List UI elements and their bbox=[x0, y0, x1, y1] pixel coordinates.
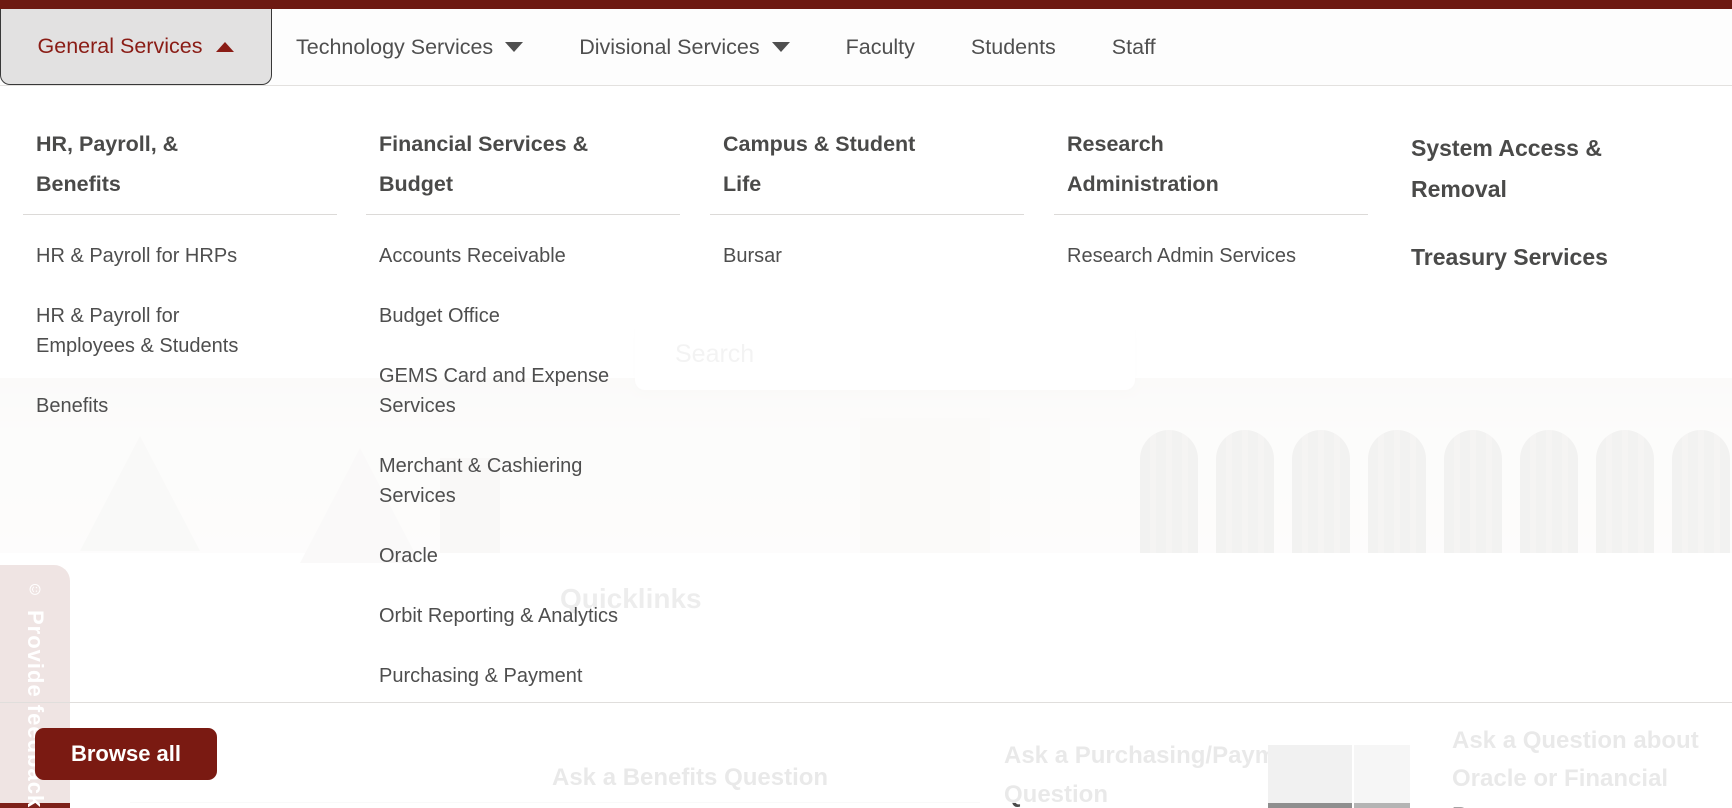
nav-item-label: Technology Services bbox=[296, 35, 493, 60]
column-divider bbox=[710, 214, 1024, 215]
category-line: Financial Services & bbox=[379, 124, 701, 164]
menu-link-orbit-reporting[interactable]: Orbit Reporting & Analytics bbox=[379, 601, 621, 631]
menu-link-hr-payroll-hrps[interactable]: HR & Payroll for HRPs bbox=[36, 241, 278, 271]
menu-column-hr-payroll-benefits: HR, Payroll, & Benefits HR & Payroll for… bbox=[36, 124, 358, 451]
category-line: Campus & Student bbox=[723, 124, 1045, 164]
category-line: Benefits bbox=[36, 164, 358, 204]
category-line: Research bbox=[1067, 124, 1389, 164]
nav-items: Technology Services Divisional Services … bbox=[296, 35, 1156, 60]
column-divider bbox=[366, 214, 680, 215]
menu-link-purchasing-payment[interactable]: Purchasing & Payment bbox=[379, 661, 621, 691]
category-link-system-access-removal[interactable]: System Access & Removal bbox=[1411, 128, 1732, 210]
category-line: System Access & bbox=[1411, 128, 1732, 169]
category-link-treasury-services[interactable]: Treasury Services bbox=[1411, 244, 1732, 271]
screen: Quicklinks Ask a Benefits Question Reque… bbox=[0, 0, 1732, 808]
nav-item-label: General Services bbox=[38, 34, 203, 59]
menu-link-budget-office[interactable]: Budget Office bbox=[379, 301, 621, 331]
category-line: HR, Payroll, & bbox=[36, 124, 358, 164]
nav-item-label: Divisional Services bbox=[579, 35, 759, 60]
category-line: Budget bbox=[379, 164, 701, 204]
menu-link-benefits[interactable]: Benefits bbox=[36, 391, 278, 421]
nav-item-staff[interactable]: Staff bbox=[1112, 35, 1156, 60]
menu-column-campus-student-life: Campus & Student Life Bursar bbox=[723, 124, 1045, 301]
caret-down-icon bbox=[772, 42, 790, 52]
menu-link-oracle[interactable]: Oracle bbox=[379, 541, 621, 571]
nav-item-label: Students bbox=[971, 35, 1056, 60]
category-link-campus-student-life[interactable]: Campus & Student Life bbox=[723, 124, 1045, 204]
menu-column-research-administration: Research Administration Research Admin S… bbox=[1067, 124, 1389, 301]
caret-down-icon bbox=[505, 42, 523, 52]
nav-item-technology-services[interactable]: Technology Services bbox=[296, 35, 523, 60]
menu-column-financial-services-budget: Financial Services & Budget Accounts Rec… bbox=[379, 124, 701, 721]
nav-item-divisional-services[interactable]: Divisional Services bbox=[579, 35, 789, 60]
browse-all-button[interactable]: Browse all bbox=[35, 728, 217, 780]
column-divider bbox=[1054, 214, 1368, 215]
menu-link-merchant-cashiering[interactable]: Merchant & Cashiering Services bbox=[379, 451, 621, 511]
menu-link-accounts-receivable[interactable]: Accounts Receivable bbox=[379, 241, 621, 271]
category-link-research-administration[interactable]: Research Administration bbox=[1067, 124, 1389, 204]
category-line: Administration bbox=[1067, 164, 1389, 204]
nav-item-label: Faculty bbox=[846, 35, 915, 60]
category-line: Removal bbox=[1411, 169, 1732, 210]
category-link-hr-payroll-benefits[interactable]: HR, Payroll, & Benefits bbox=[36, 124, 358, 204]
top-accent-bar bbox=[0, 0, 1732, 9]
category-line: Life bbox=[723, 164, 1045, 204]
nav-item-faculty[interactable]: Faculty bbox=[846, 35, 915, 60]
nav-item-general-services[interactable]: General Services bbox=[0, 9, 272, 85]
category-link-financial-services-budget[interactable]: Financial Services & Budget bbox=[379, 124, 701, 204]
column-divider bbox=[23, 214, 337, 215]
caret-up-icon bbox=[216, 42, 234, 52]
general-services-mega-menu: HR, Payroll, & Benefits HR & Payroll for… bbox=[0, 0, 1732, 808]
nav-item-students[interactable]: Students bbox=[971, 35, 1056, 60]
menu-link-research-admin-services[interactable]: Research Admin Services bbox=[1067, 241, 1309, 271]
menu-link-bursar[interactable]: Bursar bbox=[723, 241, 965, 271]
menu-link-gems-card[interactable]: GEMS Card and Expense Services bbox=[379, 361, 621, 421]
menu-link-hr-payroll-employees-students[interactable]: HR & Payroll for Employees & Students bbox=[36, 301, 278, 361]
menu-bottom-divider bbox=[0, 702, 1732, 703]
primary-nav: General Services Technology Services Div… bbox=[0, 9, 1732, 86]
nav-item-label: Staff bbox=[1112, 35, 1156, 60]
menu-column-system-access-treasury: System Access & Removal Treasury Service… bbox=[1411, 124, 1732, 271]
